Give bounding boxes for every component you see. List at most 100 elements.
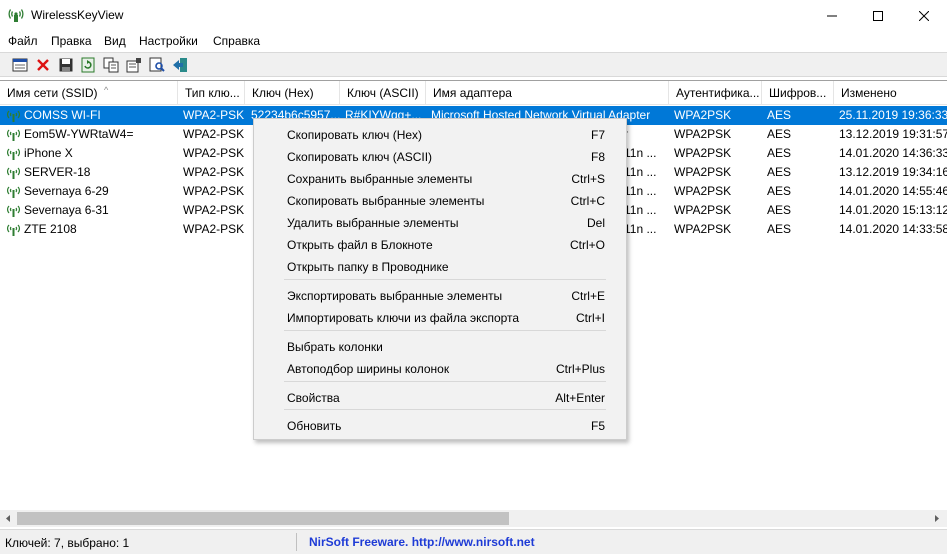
menu-edit[interactable]: Правка xyxy=(51,34,92,48)
cell-auth: WPA2PSK xyxy=(674,108,732,122)
context-menu-label: Выбрать колонки xyxy=(287,340,383,354)
context-menu-item[interactable]: Свойства Alt+Enter xyxy=(254,387,626,409)
menu-view[interactable]: Вид xyxy=(104,34,126,48)
properties-button[interactable] xyxy=(125,56,143,74)
context-menu-separator xyxy=(284,279,606,280)
menu-bar: Файл Правка Вид Настройки Справка xyxy=(0,31,947,51)
context-menu-item[interactable]: Скопировать выбранные элементы Ctrl+C xyxy=(254,190,626,212)
options-icon xyxy=(12,58,28,72)
menu-file[interactable]: Файл xyxy=(8,34,38,48)
column-header-cipher[interactable]: Шифров... xyxy=(762,81,834,105)
context-menu-label: Экспортировать выбранные элементы xyxy=(287,289,503,303)
copy-button[interactable] xyxy=(102,56,120,74)
context-menu-separator xyxy=(284,330,606,331)
maximize-button[interactable] xyxy=(855,0,901,31)
column-header-modified[interactable]: Изменено xyxy=(834,81,947,105)
context-menu-shortcut: F8 xyxy=(590,150,605,164)
context-menu-item[interactable]: Скопировать ключ (ASCII) F8 xyxy=(254,146,626,168)
cell-auth: WPA2PSK xyxy=(674,203,732,217)
column-header-ssid[interactable]: Имя сети (SSID) ^ xyxy=(0,81,178,105)
cell-key-type: WPA2-PSK xyxy=(183,165,245,179)
context-menu-item[interactable]: Обновить F5 xyxy=(254,415,626,437)
exit-icon xyxy=(173,58,187,72)
context-menu-shortcut: Alt+Enter xyxy=(555,391,605,405)
context-menu-item[interactable]: Удалить выбранные элементы Del xyxy=(254,212,626,234)
cell-ssid: Severnaya 6-29 xyxy=(24,184,109,198)
context-menu-item[interactable]: Сохранить выбранные элементы Ctrl+S xyxy=(254,168,626,190)
cell-key-type: WPA2-PSK xyxy=(183,222,245,236)
close-button[interactable] xyxy=(901,0,947,31)
cell-ssid: COMSS WI-FI xyxy=(24,108,101,122)
cell-key-type: WPA2-PSK xyxy=(183,127,245,141)
cell-key-type: WPA2-PSK xyxy=(183,184,245,198)
cell-cipher: AES xyxy=(767,184,792,198)
cell-auth: WPA2PSK xyxy=(674,146,732,160)
column-header-auth[interactable]: Аутентифика... xyxy=(669,81,762,105)
scrollbar-thumb[interactable] xyxy=(17,512,509,525)
cell-modified: 13.12.2019 19:34:16 xyxy=(839,165,947,179)
cell-cipher: AES xyxy=(767,127,792,141)
column-header-label: Имя адаптера xyxy=(433,86,512,100)
save-button[interactable] xyxy=(57,56,75,74)
cell-adapter: 11n ... xyxy=(624,203,657,217)
maximize-icon xyxy=(873,10,883,21)
exit-button[interactable] xyxy=(171,56,189,74)
refresh-button[interactable] xyxy=(79,56,97,74)
column-header-label: Ключ (ASCII) xyxy=(347,86,419,100)
context-menu-shortcut: Ctrl+E xyxy=(571,289,605,303)
context-menu-shortcut: Ctrl+C xyxy=(570,194,605,208)
column-header-adapter[interactable]: Имя адаптера xyxy=(426,81,669,105)
cell-modified: 14.01.2020 14:55:46 xyxy=(839,184,947,198)
cell-modified: 14.01.2020 14:36:33 xyxy=(839,146,947,160)
sort-ascending-icon: ^ xyxy=(104,85,109,95)
scroll-left-icon[interactable] xyxy=(4,514,13,523)
options-button[interactable] xyxy=(11,56,29,74)
context-menu-item[interactable]: Выбрать колонки xyxy=(254,336,626,358)
context-menu-item[interactable]: Автоподбор ширины колонок Ctrl+Plus xyxy=(254,358,626,380)
context-menu-separator xyxy=(284,409,606,410)
wifi-network-icon xyxy=(6,203,21,217)
title-bar: WirelessKeyView xyxy=(0,0,947,31)
cell-cipher: AES xyxy=(767,146,792,160)
cell-modified: 13.12.2019 19:31:57 xyxy=(839,127,947,141)
find-button[interactable] xyxy=(148,56,166,74)
context-menu: Скопировать ключ (Hex) F7 Скопировать ключ… xyxy=(253,118,627,440)
nirsoft-link[interactable]: NirSoft Freeware. http://www.nirsoft.net xyxy=(309,535,535,549)
context-menu-item[interactable]: Открыть файл в Блокноте Ctrl+O xyxy=(254,234,626,256)
context-menu-shortcut: Ctrl+O xyxy=(569,238,605,252)
cell-ssid: Severnaya 6-31 xyxy=(24,203,109,217)
cell-key-type: WPA2-PSK xyxy=(183,203,245,217)
cell-cipher: AES xyxy=(767,165,792,179)
context-menu-item[interactable]: Открыть папку в Проводнике xyxy=(254,256,626,278)
context-menu-item[interactable]: Импортировать ключи из файла экспорта Ctr… xyxy=(254,307,626,329)
delete-icon xyxy=(37,59,49,71)
context-menu-separator xyxy=(284,381,606,382)
column-header-key-type[interactable]: Тип клю... xyxy=(178,81,245,105)
copy-icon xyxy=(103,57,119,73)
minimize-button[interactable] xyxy=(809,0,855,31)
wifi-network-icon xyxy=(6,222,21,236)
cell-modified: 14.01.2020 15:13:12 xyxy=(839,203,947,217)
horizontal-scrollbar[interactable] xyxy=(0,510,947,527)
cell-ssid: SERVER-18 xyxy=(24,165,91,179)
column-header-key-hex[interactable]: Ключ (Hex) xyxy=(245,81,340,105)
column-header-key-ascii[interactable]: Ключ (ASCII) xyxy=(340,81,426,105)
menu-settings[interactable]: Настройки xyxy=(139,34,198,48)
wifi-network-icon xyxy=(6,184,21,198)
cell-modified: 25.11.2019 19:36:33 xyxy=(839,108,947,122)
cell-ssid: iPhone X xyxy=(24,146,73,160)
status-divider xyxy=(296,533,297,551)
context-menu-shortcut: F7 xyxy=(590,128,605,142)
scroll-right-icon[interactable] xyxy=(932,514,941,523)
cell-adapter: 11n ... xyxy=(624,184,657,198)
wifi-network-icon xyxy=(6,127,21,141)
context-menu-item[interactable]: Скопировать ключ (Hex) F7 xyxy=(254,124,626,146)
status-count: Ключей: 7, выбрано: 1 xyxy=(5,536,130,550)
cell-adapter: 11n ... xyxy=(624,222,657,236)
cell-cipher: AES xyxy=(767,222,792,236)
delete-button[interactable] xyxy=(34,56,52,74)
context-menu-label: Скопировать ключ (Hex) xyxy=(287,128,423,142)
context-menu-item[interactable]: Экспортировать выбранные элементы Ctrl+E xyxy=(254,285,626,307)
find-icon xyxy=(149,57,165,72)
menu-help[interactable]: Справка xyxy=(213,34,260,48)
